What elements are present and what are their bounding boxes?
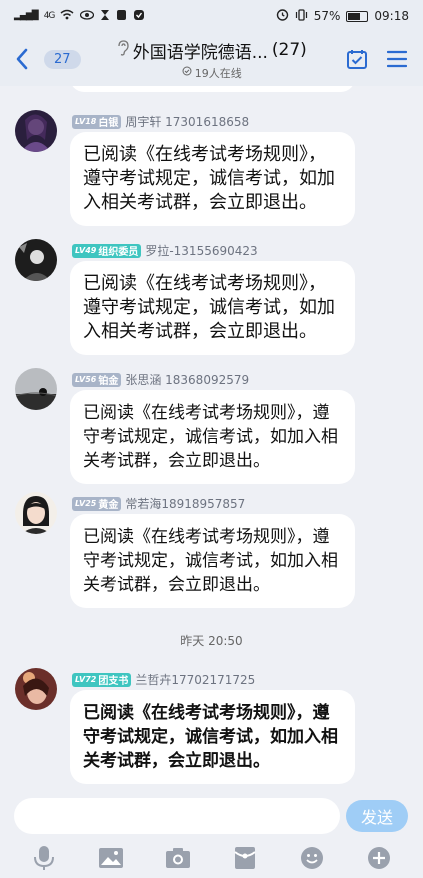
- red-packet-icon: [234, 847, 256, 869]
- sender-name[interactable]: 常若海18918957857: [125, 495, 245, 512]
- message-timestamp: 昨天 20:50: [180, 634, 243, 648]
- chat-title: 外国语学院德语... (27): [117, 38, 307, 63]
- message-bubble[interactable]: 已阅读《在线考试考场规则》，遵守考试规定，诚信考试，如加入相关考试群，会立即退出…: [70, 514, 355, 608]
- message-input[interactable]: [14, 798, 340, 834]
- menu-button[interactable]: [377, 32, 417, 86]
- sender-info: LV25 黄金 常若海18918957857: [72, 495, 245, 512]
- level-badge: LV56 铂金: [72, 372, 122, 387]
- status-left: ▂▄▆█ 4G: [14, 9, 145, 24]
- message-bubble[interactable]: 已阅读《在线考试考场规则》，遵守考试规定，诚信考试，如加入相关考试群，会立即退出…: [70, 690, 355, 784]
- online-count: 19人在线: [194, 66, 242, 80]
- input-toolbar: [0, 838, 423, 878]
- member-title: 团支书: [98, 676, 129, 687]
- level-number: LV49: [75, 246, 97, 255]
- chevron-left-icon: [16, 48, 28, 70]
- level-number: LV25: [75, 499, 97, 508]
- message-bubble[interactable]: 已阅读《在线考试考场规则》，遵守考试规定，诚信考试，如加入相关考试群，会立即退出…: [70, 261, 355, 355]
- back-button[interactable]: [4, 32, 40, 86]
- battery-percent: 57%: [313, 9, 341, 23]
- sender-info: LV56 铂金 张思涵 18368092579: [72, 371, 249, 388]
- message-list[interactable]: LV18 白银 周宇轩 17301618658 已阅读《在线考试考场规则》，遵守…: [0, 86, 423, 794]
- member-title: 白银: [98, 118, 119, 129]
- sender-name[interactable]: 罗拉-13155690423: [145, 242, 257, 259]
- voice-button[interactable]: [29, 843, 59, 873]
- avatar[interactable]: [15, 668, 57, 710]
- wifi-icon: [60, 9, 74, 23]
- group-member-count: (27): [271, 40, 307, 60]
- online-status: 19人在线: [182, 65, 242, 81]
- online-check-icon: [182, 66, 192, 79]
- sender-name[interactable]: 张思涵 18368092579: [125, 371, 249, 388]
- calendar-check-icon: [347, 50, 367, 69]
- battery-icon: [346, 10, 369, 22]
- sender-name[interactable]: 兰哲卉17702171725: [135, 671, 255, 688]
- microphone-icon: [33, 846, 54, 870]
- camera-icon: [165, 848, 190, 868]
- calendar-button[interactable]: [337, 32, 377, 86]
- avatar[interactable]: [15, 110, 57, 152]
- member-title: 铂金: [98, 376, 119, 387]
- plus-circle-icon: [368, 847, 391, 869]
- chat-header: 27 外国语学院德语... (27) 19人在线: [0, 32, 423, 86]
- clock: 09:18: [374, 9, 409, 23]
- eye-icon: [80, 9, 95, 23]
- level-badge: LV72 团支书: [72, 672, 132, 687]
- send-button[interactable]: 发送: [346, 800, 408, 832]
- network-type: 4G: [43, 11, 56, 21]
- avatar[interactable]: [15, 239, 57, 281]
- sender-info: LV49 组织委员 罗拉-13155690423: [72, 242, 258, 259]
- member-title: 组织委员: [98, 247, 139, 258]
- alarm-icon: [276, 8, 289, 24]
- ear-icon: [117, 39, 129, 61]
- sender-name[interactable]: 周宇轩 17301618658: [125, 113, 249, 130]
- level-badge: LV49 组织委员: [72, 243, 142, 258]
- sender-info: LV18 白银 周宇轩 17301618658: [72, 113, 249, 130]
- level-number: LV72: [75, 675, 97, 684]
- message-bubble[interactable]: 已阅读《在线考试考场规则》，遵守考试规定，诚信考试，如加入相关考试群，会立即退出…: [70, 390, 355, 484]
- chat-title-area[interactable]: 外国语学院德语... (27) 19人在线: [87, 38, 337, 81]
- status-right: 57% 09:18: [276, 8, 409, 24]
- shield-icon: [133, 9, 145, 24]
- status-bar: ▂▄▆█ 4G 57% 09:18: [0, 0, 423, 32]
- avatar[interactable]: [15, 368, 57, 410]
- red-packet-button[interactable]: [230, 843, 260, 873]
- level-badge: LV18 白银: [72, 114, 122, 129]
- level-badge: LV25 黄金: [72, 496, 122, 511]
- previous-message-bubble[interactable]: [70, 86, 355, 92]
- composer: 发送: [0, 794, 423, 838]
- camera-button[interactable]: [163, 843, 193, 873]
- message-bubble[interactable]: 已阅读《在线考试考场规则》，遵守考试规定，诚信考试，如加入相关考试群，会立即退出…: [70, 132, 355, 226]
- image-icon: [98, 848, 123, 868]
- emoji-icon: [301, 847, 324, 869]
- vibrate-icon: [295, 8, 308, 24]
- unread-count-badge[interactable]: 27: [44, 49, 81, 69]
- level-number: LV18: [75, 117, 97, 126]
- member-title: 黄金: [98, 500, 119, 511]
- sender-info: LV72 团支书 兰哲卉17702171725: [72, 671, 255, 688]
- group-name: 外国语学院德语...: [132, 42, 268, 63]
- level-number: LV56: [75, 375, 97, 384]
- signal-icon: ▂▄▆█: [14, 11, 39, 21]
- more-button[interactable]: [364, 843, 394, 873]
- emoji-button[interactable]: [297, 843, 327, 873]
- hourglass-icon: [100, 9, 110, 24]
- avatar[interactable]: [15, 492, 57, 534]
- image-button[interactable]: [96, 843, 126, 873]
- app-notify-icon: [116, 9, 127, 24]
- hamburger-icon: [387, 50, 407, 68]
